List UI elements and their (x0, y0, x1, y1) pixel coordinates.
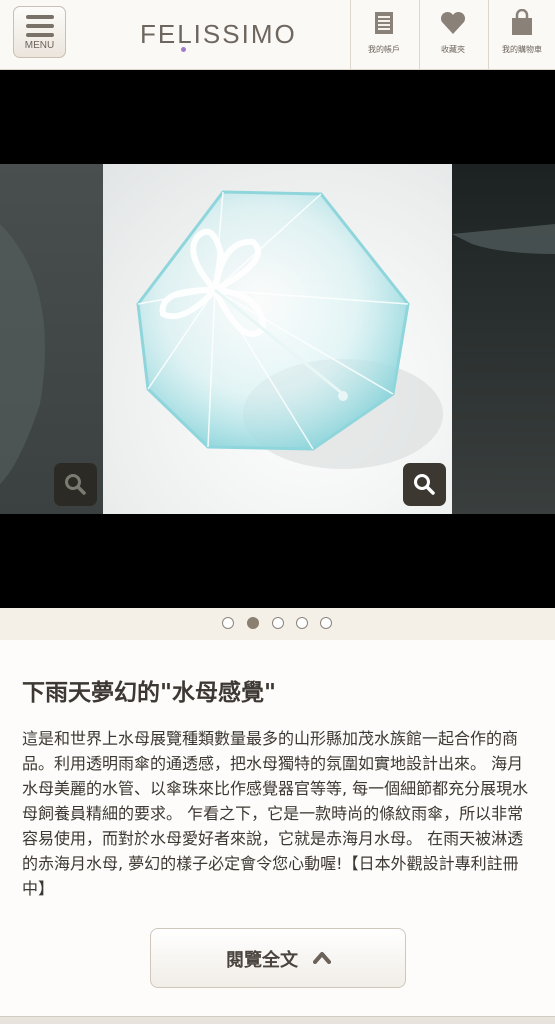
magnifier-icon (414, 474, 435, 495)
pagination-dot-1[interactable] (222, 617, 234, 629)
pagination-dot-2-active[interactable] (247, 617, 259, 629)
logo-dot (181, 47, 186, 52)
cart-button[interactable]: 我的購物車 (488, 0, 555, 70)
product-description: 這是和世界上水母展覽種類數量最多的山形縣加茂水族館一起合作的商品。利用透明雨傘的… (22, 729, 529, 898)
bottom-divider (0, 1016, 555, 1024)
chevron-up-icon (313, 952, 331, 964)
next-slide-preview[interactable] (452, 164, 555, 514)
pagination-dot-4[interactable] (296, 617, 308, 629)
previous-slide-preview[interactable] (0, 164, 103, 514)
umbrella-preview-image (452, 224, 555, 254)
site-header: MENU FELISSIMO 我的帳戶 收藏夾 我的購物車 (0, 0, 555, 70)
read-more-button[interactable]: 閱覽全文 (150, 928, 406, 988)
carousel-pagination (0, 608, 555, 640)
product-main-image[interactable] (103, 164, 452, 514)
umbrella-preview-image (0, 224, 45, 484)
site-logo[interactable]: FELISSIMO (140, 19, 297, 50)
account-button[interactable]: 我的帳戶 (350, 0, 417, 70)
product-description-section: 下雨天夢幻的"水母感覺" 這是和世界上水母展覽種類數量最多的山形縣加茂水族館一起… (0, 640, 555, 1020)
pagination-dot-5[interactable] (320, 617, 332, 629)
read-more-label: 閱覽全文 (226, 950, 298, 971)
account-book-icon (375, 12, 393, 34)
hamburger-icon (26, 15, 54, 42)
shopping-bag-icon (512, 9, 532, 35)
menu-label: MENU (24, 40, 55, 51)
product-title: 下雨天夢幻的"水母感覺" (22, 680, 276, 706)
heart-icon (440, 11, 466, 34)
zoom-button-previous[interactable] (54, 463, 97, 506)
pagination-dot-3[interactable] (272, 617, 284, 629)
magnifier-icon (65, 474, 86, 495)
menu-button[interactable]: MENU (13, 6, 66, 58)
cart-label: 我的購物車 (502, 45, 542, 54)
jellyfish-umbrella-image (136, 190, 443, 469)
favorites-button[interactable]: 收藏夾 (419, 0, 486, 70)
favorites-label: 收藏夾 (441, 45, 465, 54)
account-label: 我的帳戶 (368, 45, 400, 54)
zoom-button[interactable] (403, 463, 446, 506)
product-image-carousel[interactable] (0, 70, 555, 608)
